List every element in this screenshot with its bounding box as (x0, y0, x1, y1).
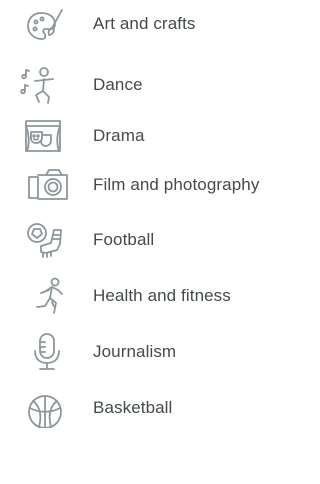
activity-item-art-and-crafts[interactable]: Art and crafts (0, 4, 298, 56)
activity-item-drama[interactable]: Drama (0, 116, 298, 168)
activity-label: Film and photography (93, 175, 260, 194)
activity-label: Football (93, 230, 155, 249)
activity-item-film-and-photography[interactable]: Film and photography (0, 165, 298, 217)
activity-item-journalism[interactable]: Journalism (0, 332, 298, 384)
activity-label: Drama (93, 126, 145, 145)
camera-icon (26, 165, 70, 205)
basketball-icon (24, 388, 68, 428)
activity-label: Basketball (93, 398, 173, 417)
activity-list: Art and crafts Dance Drama Film and phot… (0, 0, 298, 484)
runner-icon (28, 276, 72, 316)
activity-label: Journalism (93, 342, 177, 361)
palette-brush-icon (24, 4, 68, 44)
dancer-icon (18, 65, 62, 105)
activity-label: Health and fitness (93, 286, 231, 305)
activity-item-dance[interactable]: Dance (0, 65, 298, 117)
activity-item-football[interactable]: Football (0, 220, 298, 272)
football-boot-icon (24, 220, 68, 260)
microphone-icon (26, 332, 70, 372)
activity-item-health-and-fitness[interactable]: Health and fitness (0, 276, 298, 328)
activity-label: Dance (93, 75, 143, 94)
activity-label: Art and crafts (93, 14, 196, 33)
activity-item-basketball[interactable]: Basketball (0, 388, 298, 440)
theatre-stage-icon (22, 116, 66, 156)
